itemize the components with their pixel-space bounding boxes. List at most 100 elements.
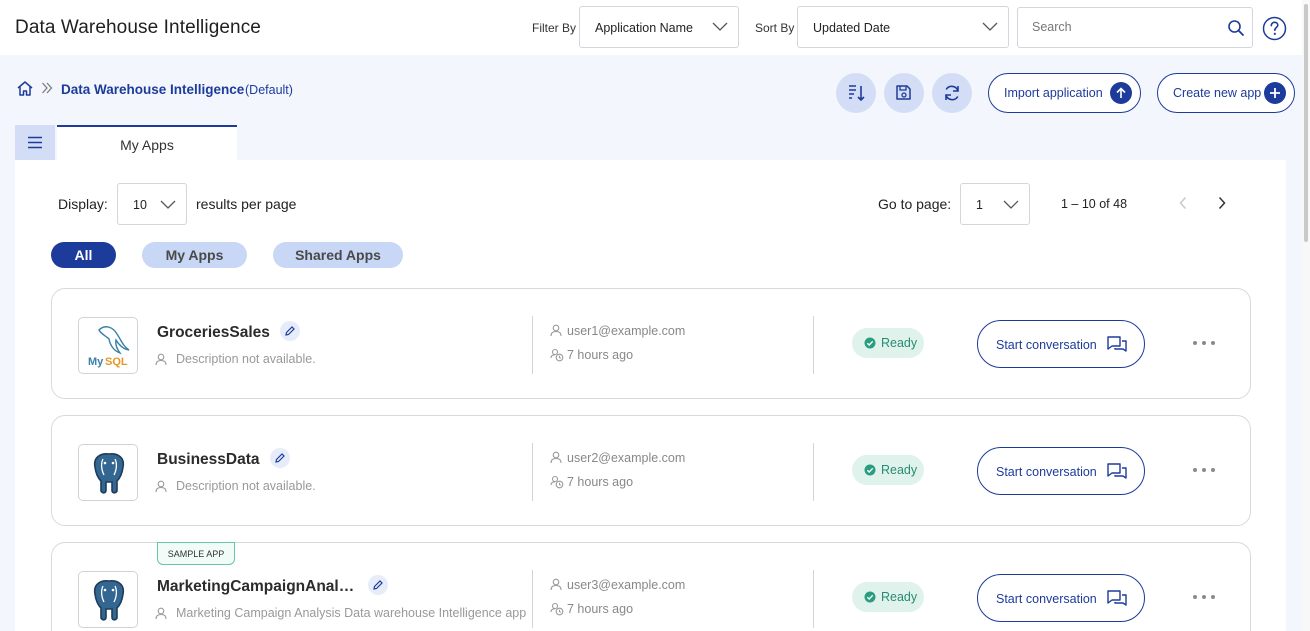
status-badge: Ready [852, 455, 924, 485]
more-options-icon[interactable] [1192, 333, 1218, 353]
app-description-text: Description not available. [176, 352, 316, 366]
chevron-down-icon [712, 22, 728, 31]
user-icon [550, 578, 562, 591]
filter-chip-all[interactable]: All [51, 242, 116, 268]
pagination-range: 1 – 10 of 48 [1061, 197, 1128, 211]
user-icon [155, 480, 167, 493]
search-box [1017, 7, 1253, 48]
user-clock-icon [550, 475, 564, 489]
search-icon[interactable] [1227, 19, 1245, 37]
more-options-icon[interactable] [1192, 587, 1218, 607]
app-owner-email: user3@example.com [567, 578, 686, 592]
app-owner: user2@example.com [550, 451, 685, 467]
chat-icon [1107, 336, 1127, 352]
app-owner: user1@example.com [550, 324, 685, 340]
sort-by-select[interactable]: Updated Date [797, 6, 1009, 48]
user-icon [550, 451, 562, 464]
results-per-page-select[interactable]: 10 [117, 183, 187, 225]
filter-by-value: Application Name [595, 21, 693, 35]
edit-name-button[interactable] [368, 575, 388, 595]
filter-by-select[interactable]: Application Name [579, 6, 739, 48]
breadcrumb-current[interactable]: Data Warehouse Intelligence [61, 82, 244, 97]
filter-chip-my-apps[interactable]: My Apps [142, 242, 247, 268]
app-name[interactable]: BusinessData [157, 451, 260, 469]
import-application-label: Import application [1004, 86, 1103, 100]
filter-chip-shared-apps[interactable]: Shared Apps [273, 242, 403, 268]
app-description-text: Description not available. [176, 479, 316, 493]
go-to-page-label: Go to page: [878, 196, 952, 212]
start-conversation-label: Start conversation [996, 592, 1097, 606]
mysql-logo-text: My [88, 356, 104, 368]
divider [813, 316, 814, 374]
app-updated: 7 hours ago [550, 602, 633, 619]
scrollbar-thumb[interactable] [1304, 4, 1308, 242]
results-per-page-label: results per page [196, 196, 297, 212]
sort-order-button[interactable] [836, 73, 876, 113]
start-conversation-label: Start conversation [996, 465, 1097, 479]
home-icon[interactable] [16, 80, 34, 97]
breadcrumb-default-tag: (Default) [245, 83, 293, 97]
chat-icon [1107, 590, 1127, 606]
divider [532, 316, 533, 374]
app-title: Data Warehouse Intelligence [15, 17, 261, 38]
refresh-icon [945, 85, 959, 101]
app-name[interactable]: MarketingCampaignAnaly… [157, 578, 362, 596]
status-text: Ready [881, 590, 918, 604]
help-icon[interactable] [1262, 16, 1287, 41]
pencil-icon [275, 453, 285, 463]
app-name[interactable]: GroceriesSales [157, 324, 270, 342]
edit-name-button[interactable] [270, 448, 290, 468]
user-icon [550, 324, 562, 337]
create-new-app-button[interactable]: Create new app [1157, 73, 1295, 113]
pencil-icon [373, 580, 383, 590]
sample-app-badge: SAMPLE APP [157, 542, 235, 565]
app-card[interactable]: SAMPLE APP MarketingCampaignAnaly… Marke… [51, 542, 1251, 631]
start-conversation-button[interactable]: Start conversation [977, 574, 1145, 622]
apps-panel: Display: 10 results per page Go to page:… [15, 160, 1286, 631]
search-input[interactable] [1032, 20, 1212, 34]
more-options-icon[interactable] [1192, 460, 1218, 480]
app-updated: 7 hours ago [550, 348, 633, 365]
status-badge: Ready [852, 328, 924, 358]
status-text: Ready [881, 336, 918, 350]
create-new-app-label: Create new app [1173, 86, 1262, 100]
refresh-button[interactable] [932, 73, 972, 113]
app-owner-email: user1@example.com [567, 324, 686, 338]
mysql-logo: My SQL [78, 317, 138, 374]
divider [532, 443, 533, 501]
chat-icon [1107, 463, 1127, 479]
status-text: Ready [881, 463, 918, 477]
results-per-page-value: 10 [133, 198, 147, 212]
chevron-left-icon[interactable] [1178, 196, 1188, 210]
chevron-right-icon[interactable] [1217, 196, 1227, 210]
check-circle-icon [864, 337, 876, 349]
go-to-page-value: 1 [976, 198, 983, 212]
edit-name-button[interactable] [280, 321, 300, 341]
save-settings-button[interactable] [884, 73, 924, 113]
app-owner-email: user2@example.com [567, 451, 686, 465]
upload-icon [1110, 82, 1132, 104]
app-description-text: Marketing Campaign Analysis Data warehou… [176, 606, 527, 620]
sort-descending-icon [849, 85, 865, 102]
divider [532, 570, 533, 628]
user-clock-icon [550, 348, 564, 362]
hamburger-menu-icon [28, 136, 42, 149]
save-settings-icon [896, 85, 911, 100]
app-card[interactable]: BusinessData Description not available. … [51, 415, 1251, 526]
app-owner: user3@example.com [550, 578, 685, 594]
check-circle-icon [864, 464, 876, 476]
go-to-page-select[interactable]: 1 [960, 183, 1030, 225]
page-scrollbar[interactable] [1302, 0, 1310, 631]
chevron-down-icon [160, 200, 176, 209]
start-conversation-button[interactable]: Start conversation [977, 320, 1145, 368]
start-conversation-button[interactable]: Start conversation [977, 447, 1145, 495]
filter-by-label: Filter By [532, 21, 577, 35]
menu-toggle-button[interactable] [15, 125, 55, 160]
display-label: Display: [58, 196, 108, 212]
top-header: Data Warehouse Intelligence Filter By Ap… [0, 0, 1302, 55]
plus-icon [1264, 82, 1286, 104]
status-badge: Ready [852, 582, 924, 612]
import-application-button[interactable]: Import application [988, 73, 1141, 113]
app-card[interactable]: My SQL GroceriesSales Description not av… [51, 288, 1251, 399]
tab-my-apps[interactable]: My Apps [57, 125, 237, 160]
